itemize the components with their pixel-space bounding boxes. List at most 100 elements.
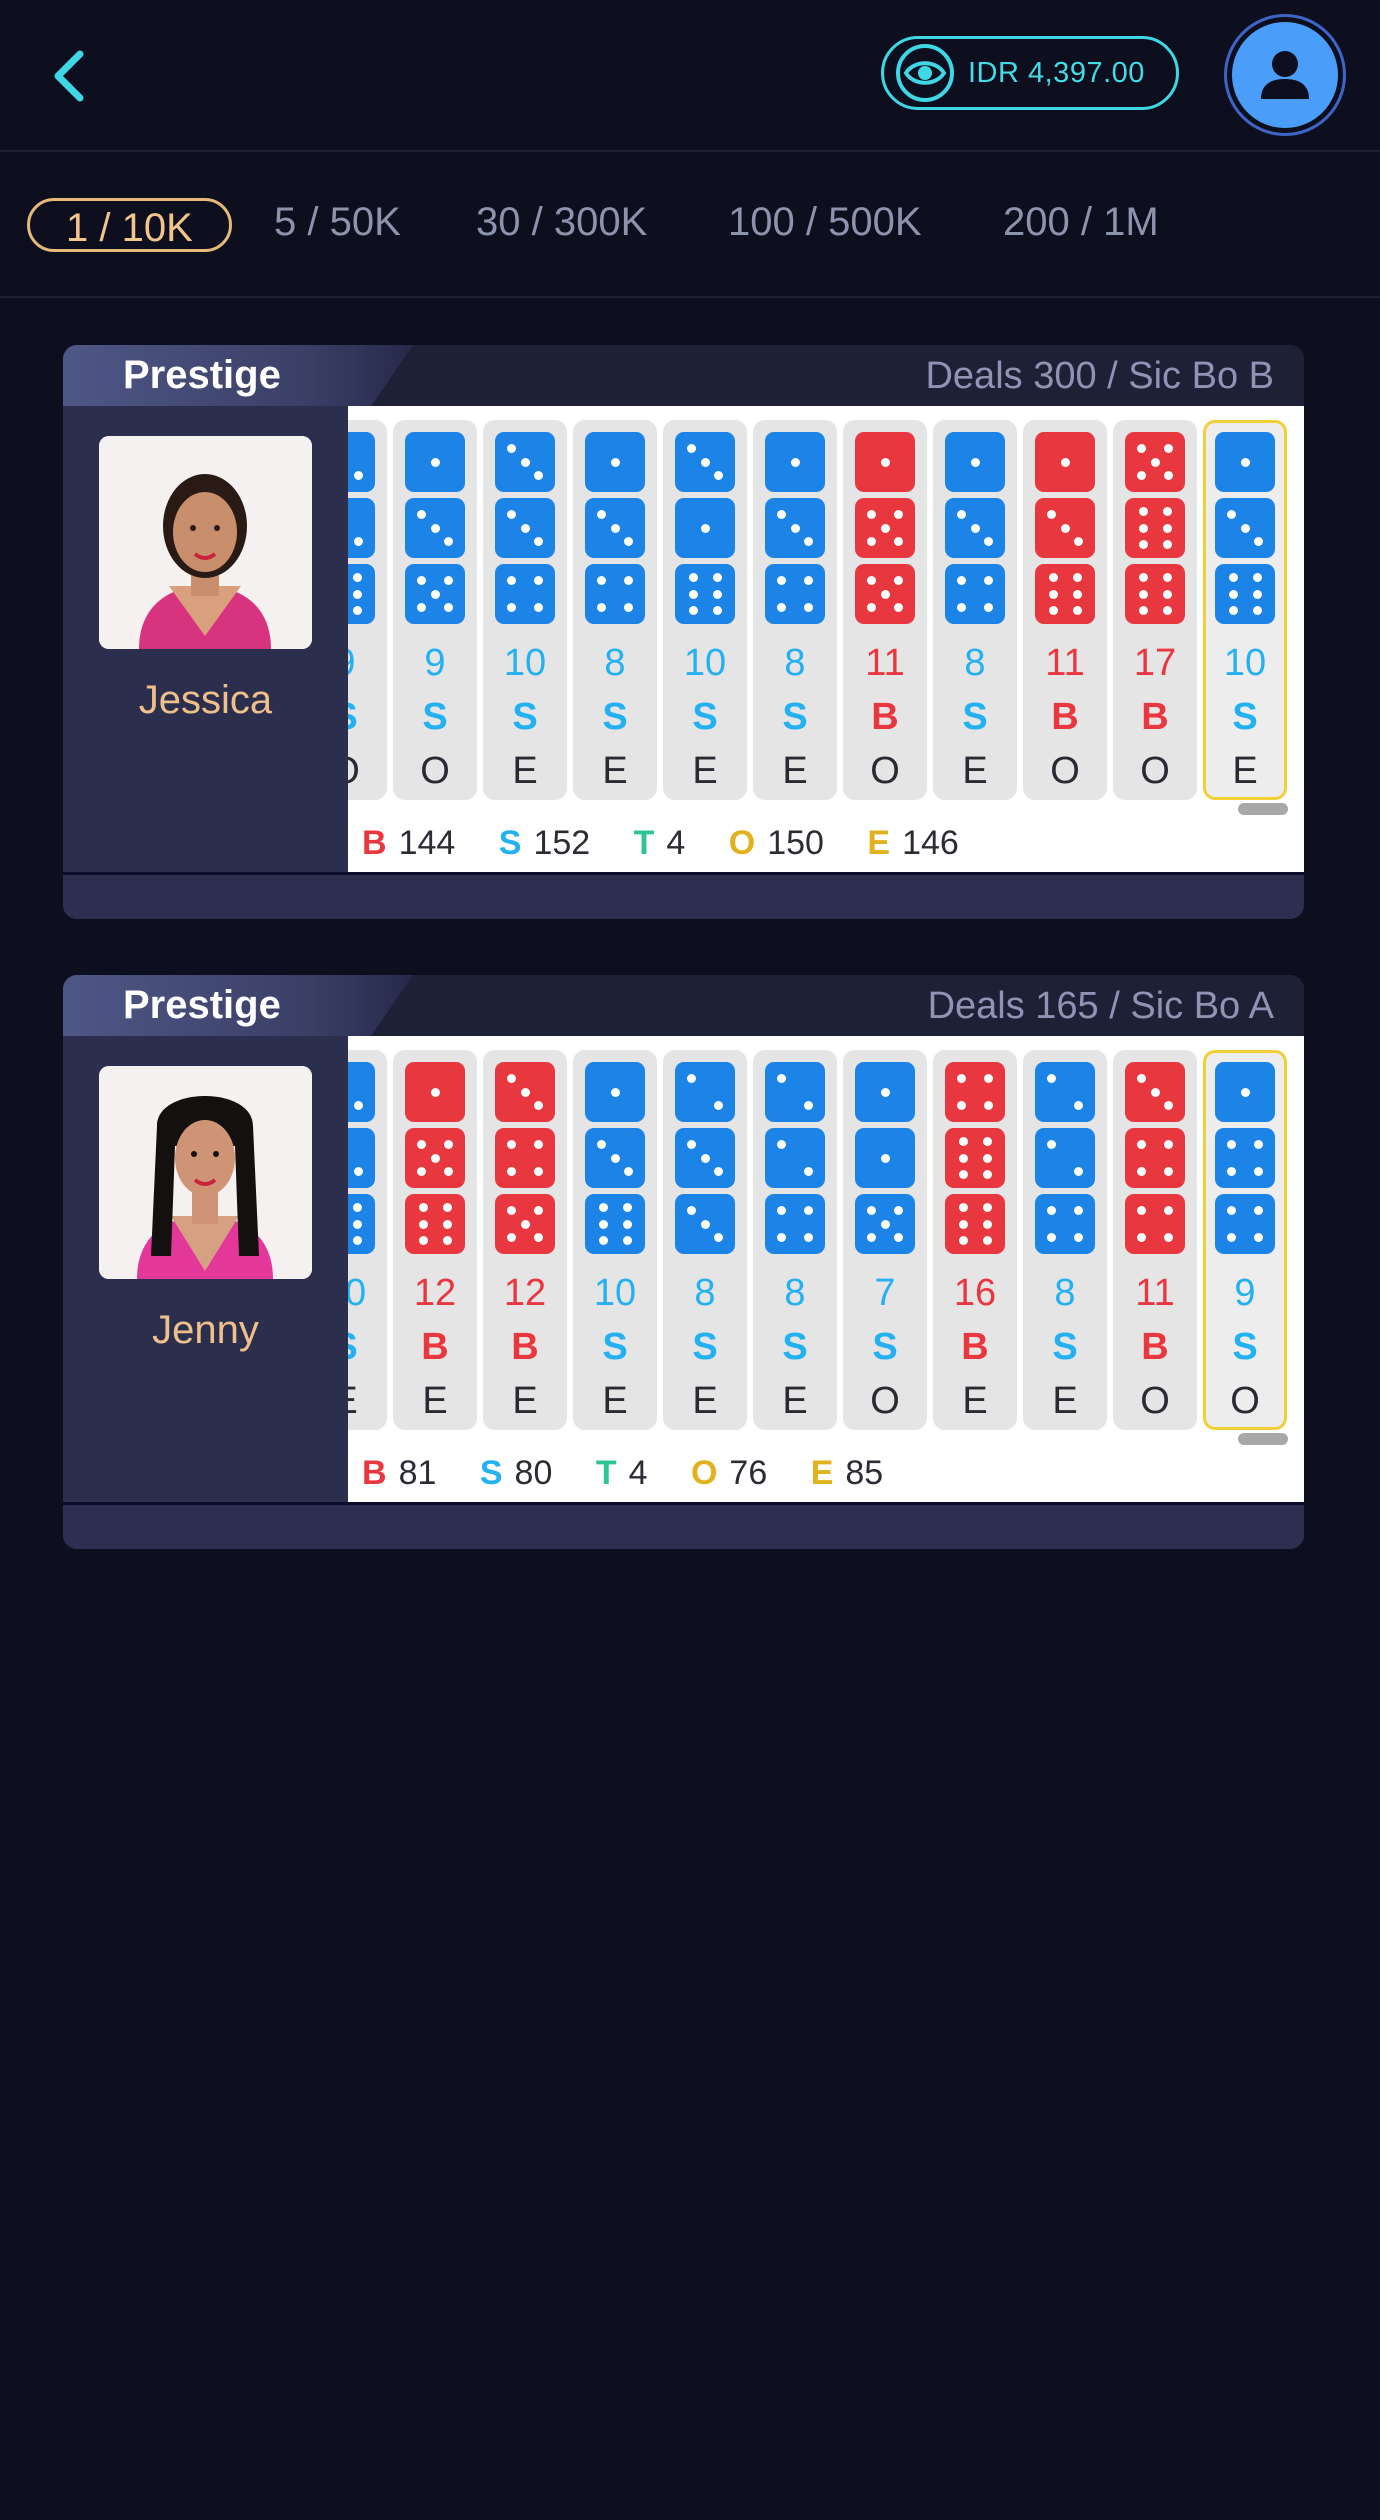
bead-odd-even: O [1140, 1380, 1170, 1422]
die-pip [520, 523, 530, 533]
game-card[interactable]: Prestige Deals 300 / Sic Bo B Jessica B1… [63, 345, 1304, 919]
die-pip [958, 1236, 968, 1246]
bead-big-small: S [962, 696, 988, 738]
bead-odd-even: O [348, 750, 387, 793]
bead-odd-even: E [692, 1380, 718, 1422]
tab-30-300k[interactable]: 30 / 300K [476, 200, 647, 245]
stat-odd: O 76 [690, 1454, 768, 1492]
die-pip [1048, 589, 1058, 599]
die-pip [714, 1101, 724, 1111]
bead-column: 11 B O [1023, 420, 1107, 800]
stat-even: E 146 [867, 824, 959, 862]
dealer-name: Jenny [152, 1308, 259, 1352]
die-pip [1162, 506, 1172, 516]
bead-odd-even: O [870, 1380, 900, 1422]
dealer-panel: Jenny [63, 1036, 348, 1502]
stat-odd: O 150 [728, 824, 824, 862]
road-scrollbar[interactable] [1238, 803, 1288, 815]
bead-sum: 9 [1234, 1272, 1256, 1314]
die-face-3 [405, 498, 465, 558]
bead-sum: 11 [1135, 1272, 1175, 1314]
bead-odd-even: E [512, 1380, 538, 1422]
die-pip [534, 471, 544, 481]
die-face-1 [1035, 432, 1095, 492]
bead-big-small: S [422, 696, 448, 738]
tab-5-50k[interactable]: 5 / 50K [274, 200, 401, 245]
die-pip [1060, 457, 1070, 467]
die-face-3 [495, 432, 555, 492]
stat-small: S 152 [498, 824, 591, 862]
eye-icon[interactable] [894, 42, 956, 104]
die-pip [610, 1153, 620, 1163]
die-pip [598, 1202, 608, 1212]
die-face-4 [1125, 1194, 1185, 1254]
die-pip [958, 1219, 968, 1229]
game-card[interactable]: Prestige Deals 165 / Sic Bo A Jenny B 81 … [63, 975, 1304, 1549]
die-pip [804, 1101, 814, 1111]
bead-sum: 10 [1223, 642, 1267, 684]
die-pip [982, 1219, 992, 1229]
die-face-3 [495, 498, 555, 558]
die-pip [776, 1073, 786, 1083]
bead-odd-even: E [512, 750, 538, 792]
die-face-2 [765, 1062, 825, 1122]
road-scrollbar[interactable] [1238, 1433, 1288, 1445]
die-pip [534, 1139, 544, 1149]
die-pip [1138, 572, 1148, 582]
die-pip [804, 575, 814, 585]
die-pip [506, 443, 516, 453]
die-pip [984, 537, 994, 547]
die-face-4 [1215, 1128, 1275, 1188]
die-pip [956, 1101, 966, 1111]
die-pip [790, 457, 800, 467]
die-face-3 [675, 1128, 735, 1188]
die-face-5 [495, 1194, 555, 1254]
die-pip [866, 603, 876, 613]
die-pip [1240, 523, 1250, 533]
die-pip [596, 1139, 606, 1149]
die-pip [1254, 1167, 1264, 1177]
tab-100-500k[interactable]: 100 / 500K [728, 200, 922, 245]
bead-big-small: S [512, 696, 538, 738]
die-pip [1252, 606, 1262, 616]
die-pip [984, 1073, 994, 1083]
die-pip [1074, 537, 1084, 547]
die-pip [622, 1236, 632, 1246]
bead-sum: 8 [784, 1272, 806, 1314]
die-face-4 [585, 564, 645, 624]
die-pip [1060, 523, 1070, 533]
bead-big-small: S [872, 1326, 898, 1368]
die-pip [866, 509, 876, 519]
die-pip [506, 1167, 516, 1177]
bead-column: 8 SE [933, 420, 1017, 800]
die-face-3 [495, 1062, 555, 1122]
bead-column: 10 SE [348, 1050, 387, 1430]
die-face-6 [348, 1194, 375, 1254]
die-pip [714, 1167, 724, 1177]
die-pip [1240, 457, 1250, 467]
tab-1-10k[interactable]: 1 / 10K [27, 198, 232, 252]
die-pip [880, 1153, 890, 1163]
die-pip [984, 575, 994, 585]
die-pip [1254, 1233, 1264, 1243]
die-pip [352, 1219, 362, 1229]
profile-button[interactable] [1224, 14, 1346, 136]
bead-column: 12 B E [393, 1050, 477, 1430]
stat-small: S 80 [479, 1454, 553, 1492]
stat-triple: T4 [633, 824, 686, 862]
balance-toggle[interactable]: IDR 4,397.00 [881, 36, 1179, 110]
dealer-name: Jessica [138, 678, 273, 722]
bead-sum: 8 [604, 642, 626, 684]
bead-odd-even: E [782, 1380, 808, 1422]
die-face-2 [675, 1062, 735, 1122]
die-pip [354, 471, 364, 481]
die-pip [1138, 523, 1148, 533]
die-face-4 [945, 564, 1005, 624]
bead-odd-even: E [422, 1380, 448, 1422]
die-pip [352, 589, 362, 599]
bead-big-small: S [602, 696, 628, 738]
back-button[interactable] [40, 40, 100, 110]
die-pip [776, 509, 786, 519]
tab-200-1m[interactable]: 200 / 1M [1003, 200, 1159, 245]
die-face-1 [1215, 1062, 1275, 1122]
